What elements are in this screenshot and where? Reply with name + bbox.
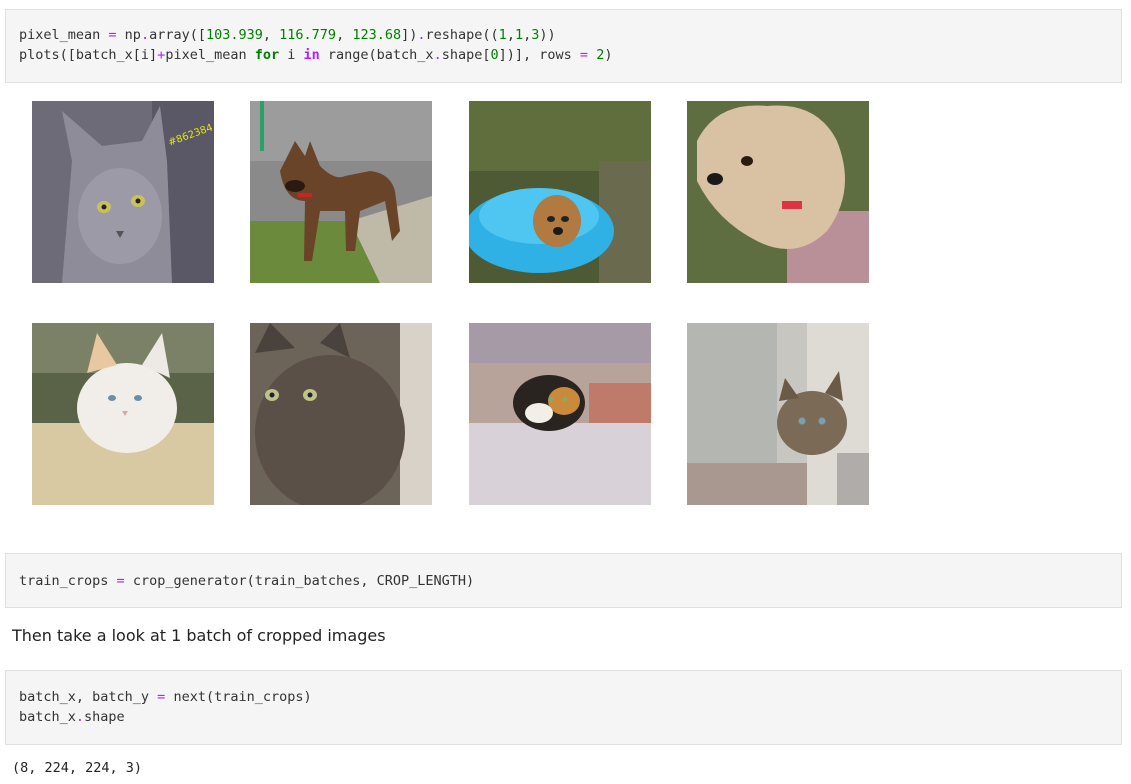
- image-brindle-dog: [250, 101, 432, 283]
- image-fluffy-terrier: [687, 101, 869, 283]
- image-grey-cat: #862384: [32, 101, 214, 283]
- code-line-pixel-mean: pixel_mean = np.array([103.939, 116.779,…: [19, 27, 556, 43]
- image-tortoiseshell-cat: [250, 323, 432, 505]
- code-line-plots: plots([batch_x[i]+pixel_mean for i in ra…: [19, 47, 613, 63]
- image-puppy-in-pool: [469, 101, 651, 283]
- code-line-train-crops: train_crops = crop_generator(train_batch…: [19, 573, 475, 589]
- image-white-kitten: [32, 323, 214, 505]
- code-cell-plots[interactable]: pixel_mean = np.array([103.939, 116.779,…: [5, 9, 1122, 83]
- code-cell-train-crops[interactable]: train_crops = crop_generator(train_batch…: [5, 553, 1122, 608]
- output-shape: (8, 224, 224, 3): [12, 760, 143, 776]
- markdown-text: Then take a look at 1 batch of cropped i…: [12, 626, 386, 645]
- image-tabby-kitten: [687, 323, 869, 505]
- code-line-shape: batch_x.shape: [19, 709, 125, 725]
- code-cell-batch[interactable]: batch_x, batch_y = next(train_crops) bat…: [5, 670, 1122, 745]
- code-line-next-batch: batch_x, batch_y = next(train_crops): [19, 689, 312, 705]
- image-calico-kitten: [469, 323, 651, 505]
